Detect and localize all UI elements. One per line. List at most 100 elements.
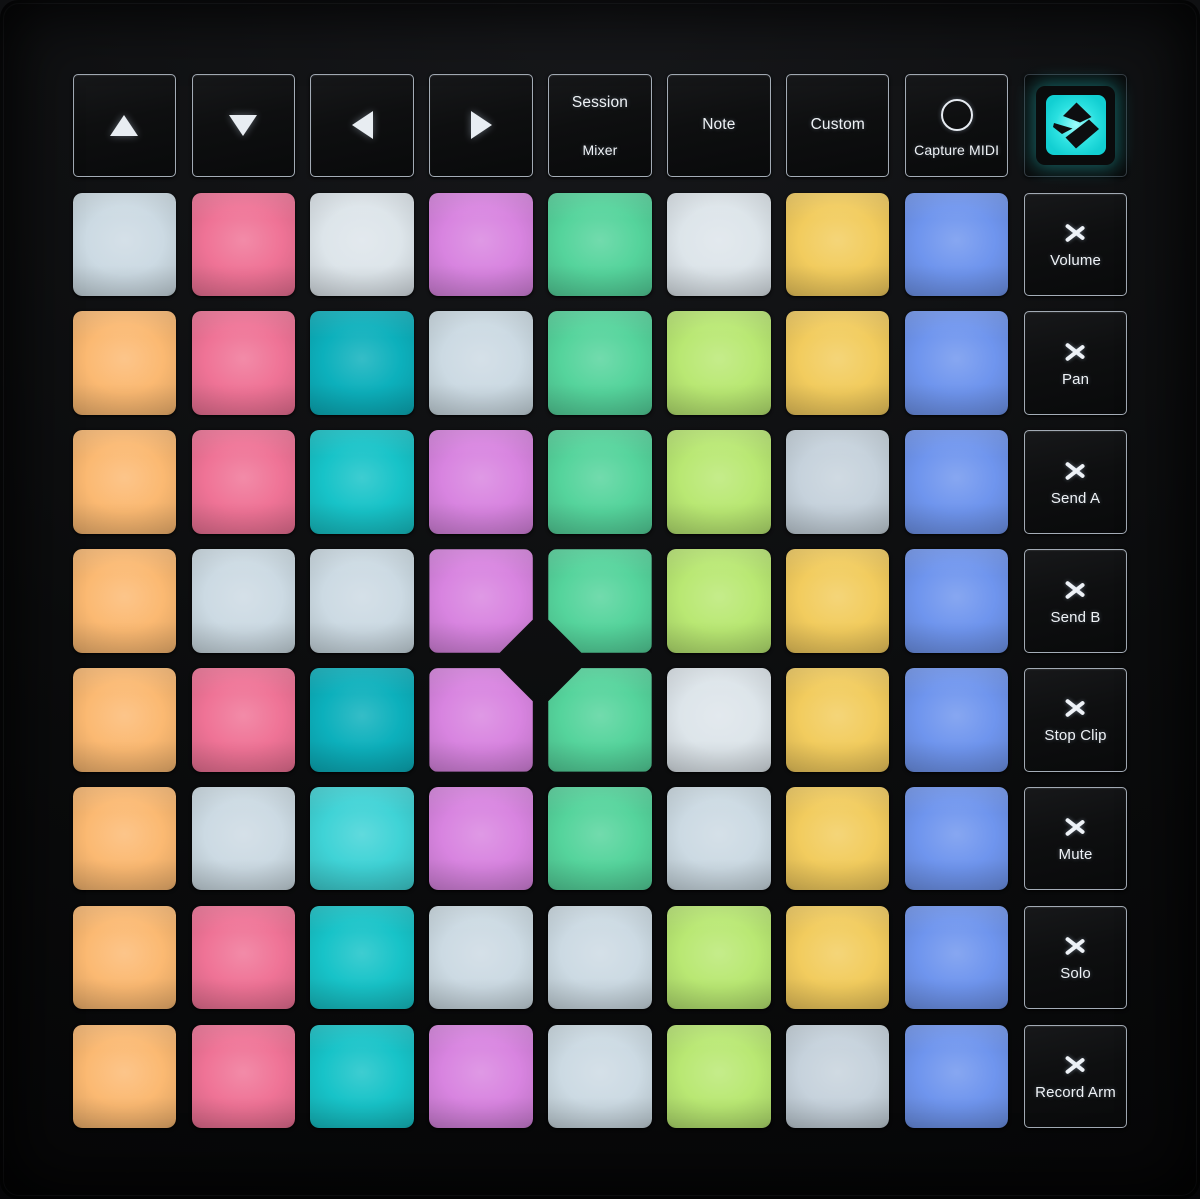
pad-r6-c1[interactable] bbox=[72, 787, 177, 891]
pad-r8-c5[interactable] bbox=[548, 1024, 652, 1129]
pad-r1-c8[interactable] bbox=[904, 192, 1009, 297]
pad-r8-c1[interactable] bbox=[72, 1024, 177, 1129]
pad-r6-c6[interactable] bbox=[667, 787, 771, 891]
chevron-right-icon bbox=[1063, 931, 1089, 957]
pad-r3-c1[interactable] bbox=[72, 430, 177, 534]
pad-r4-c1[interactable] bbox=[72, 549, 177, 653]
pad-cell bbox=[541, 304, 660, 423]
pad-r6-c5[interactable] bbox=[548, 787, 652, 891]
scene-launch-pan[interactable]: Pan bbox=[1023, 311, 1128, 415]
pad-r3-c4[interactable] bbox=[429, 430, 533, 534]
pad-r3-c5[interactable] bbox=[548, 430, 652, 534]
pad-glow bbox=[191, 787, 296, 891]
pad-r2-c4[interactable] bbox=[429, 311, 533, 415]
scene-launch-send-a[interactable]: Send A bbox=[1023, 430, 1128, 534]
down-arrow-button[interactable] bbox=[191, 73, 296, 178]
scene-launch-mute[interactable]: Mute bbox=[1023, 787, 1128, 891]
pad-r5-c3[interactable] bbox=[310, 668, 414, 772]
scene-launch-mute-label: Mute bbox=[1058, 846, 1093, 864]
pad-r8-c6[interactable] bbox=[667, 1024, 771, 1129]
pad-r5-c5[interactable] bbox=[548, 668, 652, 772]
pad-r6-c8[interactable] bbox=[904, 787, 1009, 891]
pad-cell bbox=[422, 779, 541, 898]
pad-r2-c7[interactable] bbox=[786, 311, 890, 415]
scene-launch-record-arm[interactable]: Record Arm bbox=[1023, 1024, 1128, 1129]
pad-r4-c4[interactable] bbox=[429, 549, 533, 653]
pad-r7-c2[interactable] bbox=[191, 905, 296, 1010]
scene-launch-send-a-label: Send A bbox=[1050, 489, 1101, 507]
pad-r2-c3[interactable] bbox=[310, 311, 414, 415]
pad-r8-c7[interactable] bbox=[786, 1024, 890, 1129]
novation-logo-pad[interactable] bbox=[1023, 73, 1128, 178]
left-arrow-button[interactable] bbox=[310, 73, 414, 178]
pad-r2-c2[interactable] bbox=[191, 311, 296, 415]
custom-mode-button[interactable]: Custom bbox=[786, 73, 890, 178]
pad-r1-c2[interactable] bbox=[191, 192, 296, 297]
pad-cell bbox=[897, 423, 1016, 542]
pad-r3-c8[interactable] bbox=[904, 430, 1009, 534]
pad-r5-c1[interactable] bbox=[72, 668, 177, 772]
pad-r1-c3[interactable] bbox=[310, 192, 414, 297]
up-arrow-button[interactable] bbox=[72, 73, 177, 178]
pad-r4-c3[interactable] bbox=[310, 549, 414, 653]
pad-r5-c8[interactable] bbox=[904, 668, 1009, 772]
pad-r7-c4[interactable] bbox=[429, 905, 533, 1010]
pad-r3-c2[interactable] bbox=[191, 430, 296, 534]
pad-r2-c1[interactable] bbox=[72, 311, 177, 415]
scene-launch-stop-clip[interactable]: Stop Clip bbox=[1023, 668, 1128, 772]
pad-r8-c3[interactable] bbox=[310, 1024, 414, 1129]
pad-r1-c1[interactable] bbox=[72, 192, 177, 297]
pad-r7-c7[interactable] bbox=[786, 905, 890, 1010]
pad-r5-c2[interactable] bbox=[191, 668, 296, 772]
pad-r6-c7[interactable] bbox=[786, 787, 890, 891]
capture-midi-button[interactable]: Capture MIDI bbox=[904, 73, 1009, 178]
pad-r4-c7[interactable] bbox=[786, 549, 890, 653]
pad-cell bbox=[897, 304, 1016, 423]
pad-r4-c8[interactable] bbox=[904, 549, 1009, 653]
pad-r2-c6[interactable] bbox=[667, 311, 771, 415]
top-row-cell bbox=[1016, 66, 1135, 185]
scene-launch-solo[interactable]: Solo bbox=[1023, 905, 1128, 1010]
scene-launch-send-b[interactable]: Send B bbox=[1023, 549, 1128, 653]
pad-r6-c4[interactable] bbox=[429, 787, 533, 891]
pad-r1-c6[interactable] bbox=[667, 192, 771, 297]
session-mode-button[interactable]: Session Mixer bbox=[548, 73, 652, 178]
pad-r1-c7[interactable] bbox=[786, 192, 890, 297]
pad-r4-c5[interactable] bbox=[548, 549, 652, 653]
pad-r8-c4[interactable] bbox=[429, 1024, 533, 1129]
pad-r6-c2[interactable] bbox=[191, 787, 296, 891]
scene-cell: Stop Clip bbox=[1016, 660, 1135, 779]
pad-r3-c6[interactable] bbox=[667, 430, 771, 534]
pad-r7-c8[interactable] bbox=[904, 905, 1009, 1010]
pad-r1-c5[interactable] bbox=[548, 192, 652, 297]
triangle-right-icon bbox=[470, 111, 492, 140]
pad-r5-c6[interactable] bbox=[667, 668, 771, 772]
pad-r7-c5[interactable] bbox=[548, 905, 652, 1010]
pad-r6-c3[interactable] bbox=[310, 787, 414, 891]
note-mode-button[interactable]: Note bbox=[667, 73, 771, 178]
top-row-cell: Custom bbox=[778, 66, 897, 185]
pad-r5-c7[interactable] bbox=[786, 668, 890, 772]
pad-cell bbox=[65, 898, 184, 1017]
pad-glow bbox=[310, 668, 414, 772]
pad-r8-c2[interactable] bbox=[191, 1024, 296, 1129]
pad-cell bbox=[897, 185, 1016, 304]
pad-glow bbox=[310, 311, 414, 415]
pad-cell bbox=[778, 898, 897, 1017]
pad-cell bbox=[897, 542, 1016, 661]
pad-r3-c7[interactable] bbox=[786, 430, 890, 534]
pad-r3-c3[interactable] bbox=[310, 430, 414, 534]
pad-r5-c4[interactable] bbox=[429, 668, 533, 772]
right-arrow-button[interactable] bbox=[429, 73, 533, 178]
pad-r4-c6[interactable] bbox=[667, 549, 771, 653]
pad-r2-c8[interactable] bbox=[904, 311, 1009, 415]
scene-launch-volume[interactable]: Volume bbox=[1023, 192, 1128, 297]
pad-cell bbox=[184, 304, 303, 423]
pad-r7-c1[interactable] bbox=[72, 905, 177, 1010]
pad-r2-c5[interactable] bbox=[548, 311, 652, 415]
pad-r1-c4[interactable] bbox=[429, 192, 533, 297]
pad-r7-c3[interactable] bbox=[310, 905, 414, 1010]
pad-r4-c2[interactable] bbox=[191, 549, 296, 653]
pad-r7-c6[interactable] bbox=[667, 905, 771, 1010]
pad-r8-c8[interactable] bbox=[904, 1024, 1009, 1129]
